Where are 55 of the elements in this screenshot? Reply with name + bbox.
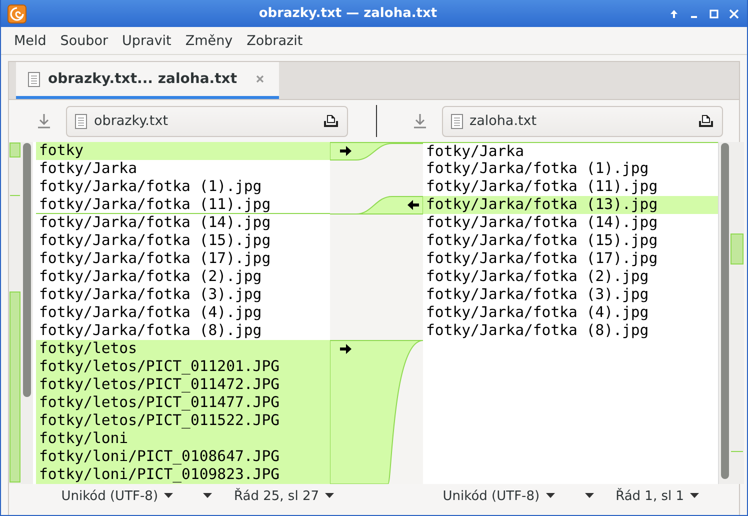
- file-line: fotky/Jarka/fotka (8).jpg: [425, 322, 650, 340]
- menu-item[interactable]: Soubor: [60, 32, 108, 48]
- file-line: fotky/Jarka/fotka (3).jpg: [38, 286, 263, 304]
- push-arrow-icon[interactable]: [340, 343, 352, 355]
- push-arrow-icon[interactable]: [340, 145, 352, 157]
- keep-above-icon[interactable]: [669, 8, 679, 18]
- encoding-dropdown[interactable]: Unikód (UTF-8): [61, 488, 174, 504]
- scrollbar[interactable]: [718, 142, 730, 484]
- file-line: fotky/Jarka/fotka (14).jpg: [38, 214, 272, 232]
- menu-item[interactable]: Změny: [185, 32, 233, 48]
- file-line: fotky/Jarka/fotka (2).jpg: [425, 268, 650, 286]
- push-arrow-icon[interactable]: [407, 199, 419, 211]
- file-line: fotky/Jarka/fotka (3).jpg: [425, 286, 650, 304]
- file-line: fotky/Jarka/fotka (15).jpg: [38, 232, 272, 250]
- menu-item[interactable]: Upravit: [122, 32, 172, 48]
- menu-item[interactable]: Meld: [14, 32, 46, 48]
- close-icon[interactable]: [255, 74, 266, 84]
- file-line: fotky/Jarka/fotka (8).jpg: [38, 322, 263, 340]
- file-line: fotky/Jarka/fotka (2).jpg: [38, 268, 263, 286]
- file-line: fotky/Jarka/fotka (4).jpg: [425, 304, 650, 322]
- document-icon: [450, 114, 462, 128]
- download-icon[interactable]: [412, 113, 426, 129]
- folder-open-icon: [322, 114, 338, 128]
- scrollbar[interactable]: [21, 142, 33, 484]
- caret-icon: [546, 493, 555, 499]
- file-line: fotky/Jarka: [38, 160, 138, 178]
- file-line: fotky/Jarka/fotka (1).jpg: [38, 178, 263, 196]
- file-chooser-button[interactable]: zaloha.txt: [442, 106, 723, 136]
- encoding-dropdown[interactable]: Unikód (UTF-8): [442, 488, 555, 504]
- file-line: fotky/Jarka/fotka (15).jpg: [425, 232, 659, 250]
- file-line: fotky/Jarka/fotka (14).jpg: [425, 214, 659, 232]
- download-icon[interactable]: [37, 113, 51, 129]
- file-line: fotky/Jarka/fotka (11).jpg: [36, 196, 330, 214]
- cursor-position-dropdown[interactable]: Řád 25, sl 27: [234, 488, 334, 504]
- caret-icon[interactable]: [203, 493, 212, 499]
- app-logo-icon: [7, 4, 27, 24]
- file-line: fotky/Jarka/fotka (17).jpg: [425, 250, 659, 268]
- file-line: fotky/Jarka/fotka (11).jpg: [425, 178, 659, 196]
- folder-open-icon: [698, 114, 714, 128]
- document-icon: [28, 72, 40, 86]
- window-title: obrazky.txt — zaloha.txt: [258, 6, 438, 21]
- document-tab[interactable]: obrazky.txt... zaloha.txt: [16, 62, 280, 99]
- file-line: fotky/Jarka: [423, 142, 718, 160]
- menu-item[interactable]: Zobrazit: [246, 32, 303, 48]
- document-icon: [75, 114, 87, 128]
- caret-icon[interactable]: [584, 493, 594, 499]
- file-line: fotky/Jarka/fotka (17).jpg: [38, 250, 272, 268]
- maximize-icon[interactable]: [709, 8, 719, 18]
- file-chooser-button[interactable]: obrazky.txt: [66, 106, 348, 136]
- cursor-position-dropdown[interactable]: Řád 1, sl 1: [616, 488, 699, 504]
- file-line: fotky/Jarka/fotka (1).jpg: [425, 160, 650, 178]
- caret-icon: [690, 493, 699, 499]
- caret-icon: [164, 493, 174, 499]
- file-line: fotky/Jarka/fotka (4).jpg: [38, 304, 263, 322]
- caret-icon: [325, 493, 334, 499]
